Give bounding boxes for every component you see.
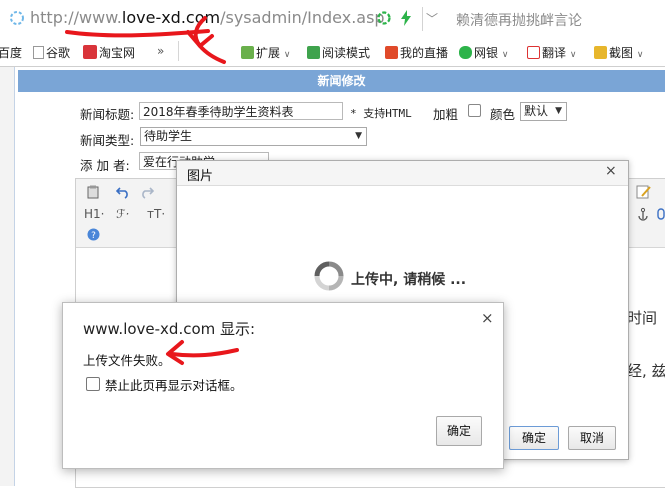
refresh-spinner-icon[interactable] — [376, 10, 392, 26]
bookmark-baidu[interactable]: 百度 — [0, 44, 22, 61]
anchor-icon[interactable] — [636, 207, 650, 221]
live-button[interactable]: 我的直播 — [385, 44, 448, 61]
bookmark-taobao-label: 淘宝网 — [99, 46, 136, 60]
left-frame-strip — [0, 67, 15, 486]
bookbar-divider — [178, 41, 179, 61]
taobao-icon — [83, 45, 97, 59]
alert-ok-button[interactable]: 确定 — [436, 416, 482, 446]
search-suggestion[interactable]: 赖清德再抛挑衅言论 — [456, 10, 582, 30]
page-title: 新闻修改 — [18, 70, 665, 92]
font-family-dropdown[interactable]: ℱ· — [116, 207, 129, 221]
url-text[interactable]: http://www.love-xd.com/sysadmin/Index.as… — [30, 8, 385, 27]
bank-button[interactable]: 网银 ∨ — [459, 44, 508, 61]
address-extension-icons — [376, 10, 413, 26]
picture-ok-button[interactable]: 确定 — [509, 426, 559, 450]
url-path: /sysadmin/Index.asp — [220, 8, 385, 27]
close-icon[interactable]: × — [481, 309, 494, 327]
author-label: 添 加 者: — [80, 158, 130, 173]
picture-dialog-title: 图片 — [187, 169, 214, 184]
bookmarks-bar: 百度 谷歌 淘宝网 » 扩展 ∨ 阅读模式 我的直播 网银 ∨ 翻译 ∨ 截图 … — [0, 38, 665, 67]
screenshot-label: 截图 — [609, 46, 634, 60]
lightning-icon[interactable] — [399, 10, 413, 26]
extensions-button[interactable]: 扩展 ∨ — [241, 44, 290, 61]
bookmark-taobao[interactable]: 淘宝网 — [83, 44, 135, 61]
help-icon[interactable]: ? — [87, 228, 100, 241]
close-icon[interactable]: × — [605, 163, 617, 179]
book-icon — [307, 46, 320, 59]
alert-message: 上传文件失败。 — [83, 353, 171, 368]
bank-label: 网银 — [474, 46, 499, 60]
alert-title: www.love-xd.com 显示: — [83, 320, 256, 338]
caret-down-icon: ▼ — [555, 106, 562, 116]
title-input[interactable]: 2018年春季待助学生资料表 — [139, 102, 343, 120]
reader-mode-button[interactable]: 阅读模式 — [307, 44, 370, 61]
page-icon — [33, 46, 44, 59]
font-size-dropdown[interactable]: тT· — [147, 207, 165, 221]
screenshot-button[interactable]: 截图 ∨ — [594, 44, 643, 61]
bold-label: 加粗 — [433, 107, 459, 122]
bookmarks-more-button[interactable]: » — [157, 44, 164, 58]
reader-mode-label: 阅读模式 — [322, 46, 371, 60]
svg-text:?: ? — [91, 231, 96, 241]
live-label: 我的直播 — [400, 46, 449, 60]
caret-down-icon: ▼ — [355, 131, 362, 141]
translate-icon — [527, 46, 540, 59]
bookmark-google-label: 谷歌 — [46, 46, 71, 60]
address-bar[interactable]: http://www.love-xd.com/sysadmin/Index.as… — [0, 0, 665, 39]
scissors-icon — [594, 46, 607, 59]
html-note: * 支持HTML — [350, 107, 412, 120]
site-loading-icon — [10, 11, 24, 25]
url-prefix: http://www. — [30, 8, 122, 27]
editor-bg-text-2: 经, 兹 — [627, 362, 665, 380]
redo-icon[interactable] — [140, 185, 154, 199]
extensions-label: 扩展 — [256, 46, 281, 60]
tv-icon — [385, 46, 398, 59]
heading-dropdown[interactable]: H1· — [84, 207, 104, 221]
bookmark-google[interactable]: 谷歌 — [33, 44, 70, 61]
bold-checkbox[interactable] — [468, 104, 481, 117]
loading-spinner-icon — [314, 261, 344, 291]
chevron-down-icon[interactable]: ﹀ — [426, 10, 438, 27]
suppress-dialogs-label[interactable]: 禁止此页再显示对话框。 — [105, 375, 243, 394]
url-domain: love-xd.com — [121, 8, 221, 27]
shield-icon — [459, 46, 472, 59]
color-select-value: 默认 — [524, 104, 549, 118]
link-icon[interactable] — [656, 207, 665, 221]
color-label: 颜色 — [490, 107, 516, 122]
color-select[interactable]: 默认 ▼ — [520, 102, 567, 121]
address-divider — [422, 7, 423, 31]
puzzle-icon — [241, 46, 254, 59]
type-label: 新闻类型: — [80, 133, 135, 148]
title-label: 新闻标题: — [80, 107, 135, 122]
translate-label: 翻译 — [542, 46, 567, 60]
upload-status: 上传中, 请稍候 ... — [351, 272, 467, 288]
translate-button[interactable]: 翻译 ∨ — [527, 44, 576, 61]
paste-icon[interactable] — [86, 185, 100, 199]
suppress-dialogs-checkbox[interactable] — [86, 377, 100, 391]
editor-bg-text-1: 时间 — [627, 309, 658, 327]
type-select[interactable]: 待助学生 ▼ — [140, 127, 367, 146]
picture-dialog-titlebar[interactable]: 图片 × — [177, 161, 628, 186]
alert-dialog: www.love-xd.com 显示: × 上传文件失败。 禁止此页再显示对话框… — [62, 302, 504, 469]
picture-cancel-button[interactable]: 取消 — [568, 426, 616, 450]
undo-icon[interactable] — [116, 185, 130, 199]
edit-icon[interactable] — [636, 184, 652, 200]
type-select-value: 待助学生 — [144, 129, 193, 143]
